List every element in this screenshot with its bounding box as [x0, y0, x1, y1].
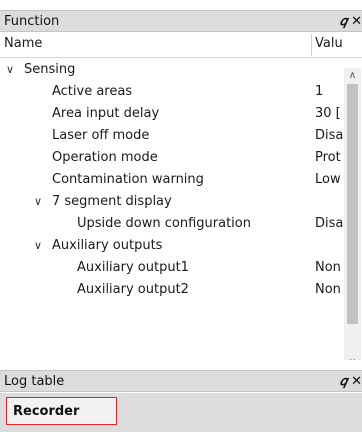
row-label: 7 segment display — [52, 194, 172, 209]
row-value[interactable]: 30 [ — [315, 103, 343, 125]
vertical-scrollbar[interactable]: ∧ ∨ — [344, 68, 361, 360]
column-header: Name Valu — [0, 32, 362, 58]
tree-row-auxiliary-output1[interactable]: Auxiliary output1 Non — [0, 257, 344, 279]
tree-row-operation-mode[interactable]: Operation mode Prot — [0, 147, 344, 169]
tree-row-auxiliary-output2[interactable]: Auxiliary output2 Non — [0, 279, 344, 301]
function-tree: Name Valu ∨ Sensing Active areas 1 Area … — [0, 32, 362, 360]
row-value[interactable]: Non — [315, 279, 343, 301]
tree-row-sensing[interactable]: ∨ Sensing — [0, 59, 344, 81]
scroll-down-icon[interactable]: ∨ — [344, 355, 361, 360]
scroll-up-icon[interactable]: ∧ — [344, 68, 361, 84]
name-column-header[interactable]: Name — [4, 36, 42, 51]
tree-row-7-segment-display[interactable]: ∨ 7 segment display — [0, 191, 344, 213]
tree-row-laser-off-mode[interactable]: Laser off mode Disa — [0, 125, 344, 147]
chevron-down-icon[interactable]: ∨ — [34, 235, 42, 257]
log-panel-header: Log table 𝑞 ✕ — [0, 370, 362, 392]
row-value[interactable]: Disa — [315, 125, 343, 147]
tree-row-contamination-warning[interactable]: Contamination warning Low — [0, 169, 344, 191]
tree-row-auxiliary-outputs[interactable]: ∨ Auxiliary outputs — [0, 235, 344, 257]
row-value[interactable]: 1 — [315, 81, 343, 103]
row-label: Auxiliary output1 — [77, 260, 189, 275]
function-panel-title: Function — [4, 13, 60, 29]
pin-icon[interactable]: 𝑞 — [340, 15, 347, 28]
column-divider[interactable] — [311, 34, 312, 56]
log-panel-title: Log table — [4, 373, 65, 389]
tree-row-area-input-delay[interactable]: Area input delay 30 [ — [0, 103, 344, 125]
row-label: Contamination warning — [52, 172, 204, 187]
chevron-down-icon[interactable]: ∨ — [6, 59, 14, 81]
row-label: Upside down configuration — [77, 216, 251, 231]
chevron-down-icon[interactable]: ∨ — [34, 191, 42, 213]
row-label: Sensing — [24, 62, 76, 77]
tree-row-active-areas[interactable]: Active areas 1 — [0, 81, 344, 103]
close-icon[interactable]: ✕ — [351, 375, 362, 388]
vertical-scroll-thumb[interactable] — [347, 84, 358, 324]
function-panel-header: Function 𝑞 ✕ — [0, 10, 362, 32]
value-column-header[interactable]: Valu — [315, 36, 343, 51]
row-label: Operation mode — [52, 150, 158, 165]
row-value[interactable]: Low — [315, 169, 343, 191]
close-icon[interactable]: ✕ — [351, 15, 362, 28]
row-label: Active areas — [52, 84, 133, 99]
row-value[interactable]: Prot — [315, 147, 343, 169]
row-label: Auxiliary output2 — [77, 282, 189, 297]
row-label: Auxiliary outputs — [52, 238, 163, 253]
row-label: Laser off mode — [52, 128, 150, 143]
tree-row-upside-down-configuration[interactable]: Upside down configuration Disa — [0, 213, 344, 235]
recorder-tab[interactable]: Recorder — [6, 397, 117, 425]
bottom-tab-bar: Recorder — [0, 393, 362, 432]
row-label: Area input delay — [52, 106, 160, 121]
row-value[interactable]: Non — [315, 257, 343, 279]
row-value[interactable]: Disa — [315, 213, 343, 235]
pin-icon[interactable]: 𝑞 — [340, 375, 347, 388]
